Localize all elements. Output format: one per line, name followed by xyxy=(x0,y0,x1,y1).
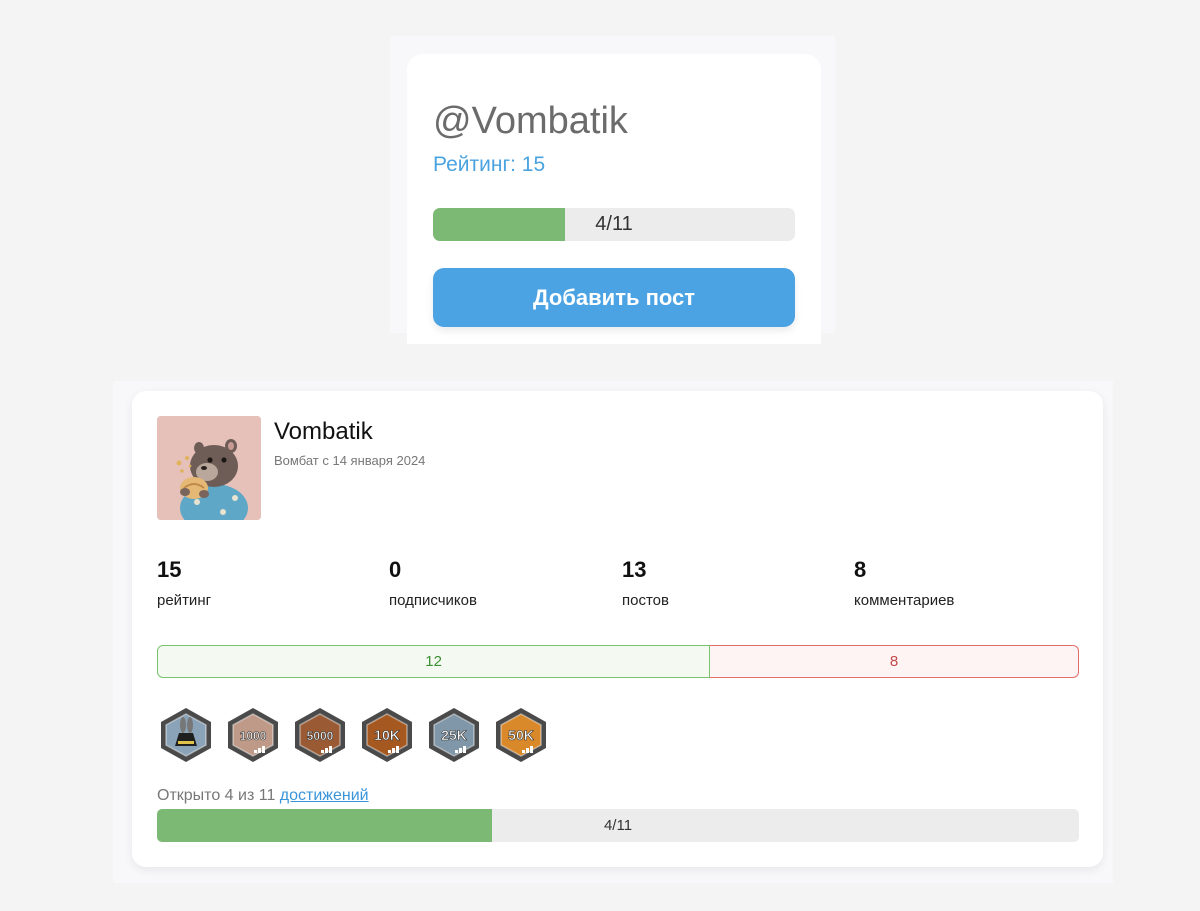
50k-badge-icon[interactable]: 50K xyxy=(492,706,550,764)
stat-value: 0 xyxy=(389,557,402,582)
stat-posts[interactable]: 13 постов xyxy=(622,557,669,609)
profile-card: Vombatik Вомбат с 14 января 2024 15 рейт… xyxy=(132,391,1103,867)
avatar[interactable] xyxy=(157,416,261,520)
stat-value: 8 xyxy=(854,557,867,582)
5000-badge-icon[interactable]: 5000 xyxy=(291,706,349,764)
username[interactable]: @Vombatik xyxy=(433,102,628,140)
stat-label: подписчиков xyxy=(389,592,477,609)
mini-profile-card: @Vombatik Рейтинг: 15 4/11 Добавить пост xyxy=(407,54,821,344)
badge-label: 1000 xyxy=(240,729,267,743)
badge-label: 50K xyxy=(508,727,534,743)
stat-comments[interactable]: 8 комментариев xyxy=(854,557,955,609)
profile-panel: Vombatik Вомбат с 14 января 2024 15 рейт… xyxy=(113,381,1113,883)
achievements-summary: Открыто 4 из 11 достижений xyxy=(157,788,369,804)
hamster-avatar-icon xyxy=(157,416,261,520)
progress-text: 4/11 xyxy=(595,213,633,235)
add-post-button[interactable]: Добавить пост xyxy=(433,268,795,327)
stat-label: рейтинг xyxy=(157,592,212,609)
achievement-badges: 1000 5000 10K 25K 50K xyxy=(157,706,550,764)
progress-text: 4/11 xyxy=(603,817,633,834)
achievements-link[interactable]: достижений xyxy=(280,787,369,804)
profile-name: Vombatik xyxy=(274,418,373,445)
negative-votes: 8 xyxy=(710,645,1079,678)
stat-rating[interactable]: 15 рейтинг xyxy=(157,557,212,609)
stat-value: 13 xyxy=(622,557,647,582)
positive-votes: 12 xyxy=(157,645,711,678)
badge-label: 10K xyxy=(374,727,400,743)
achievements-progress-bar: 4/11 xyxy=(433,208,795,241)
achievements-progress-bar: 4/11 xyxy=(157,809,1079,842)
badge-label: 25K xyxy=(441,727,467,743)
25k-badge-icon[interactable]: 25K xyxy=(425,706,483,764)
badge-label: 5000 xyxy=(307,729,334,743)
stat-value: 15 xyxy=(157,557,182,582)
rating-text: Рейтинг: 15 xyxy=(433,153,546,176)
1000-badge-icon[interactable]: 1000 xyxy=(224,706,282,764)
10k-badge-icon[interactable]: 10K xyxy=(358,706,416,764)
magic-hat-badge-icon[interactable] xyxy=(157,706,215,764)
stat-label: комментариев xyxy=(854,592,955,609)
stat-subscribers[interactable]: 0 подписчиков xyxy=(389,557,477,609)
stat-label: постов xyxy=(622,592,669,609)
achievements-count-text: Открыто 4 из 11 xyxy=(157,787,280,804)
votes-bar: 12 8 xyxy=(157,645,1079,678)
member-since: Вомбат с 14 января 2024 xyxy=(274,453,426,468)
mini-profile-panel: @Vombatik Рейтинг: 15 4/11 Добавить пост xyxy=(390,36,835,344)
